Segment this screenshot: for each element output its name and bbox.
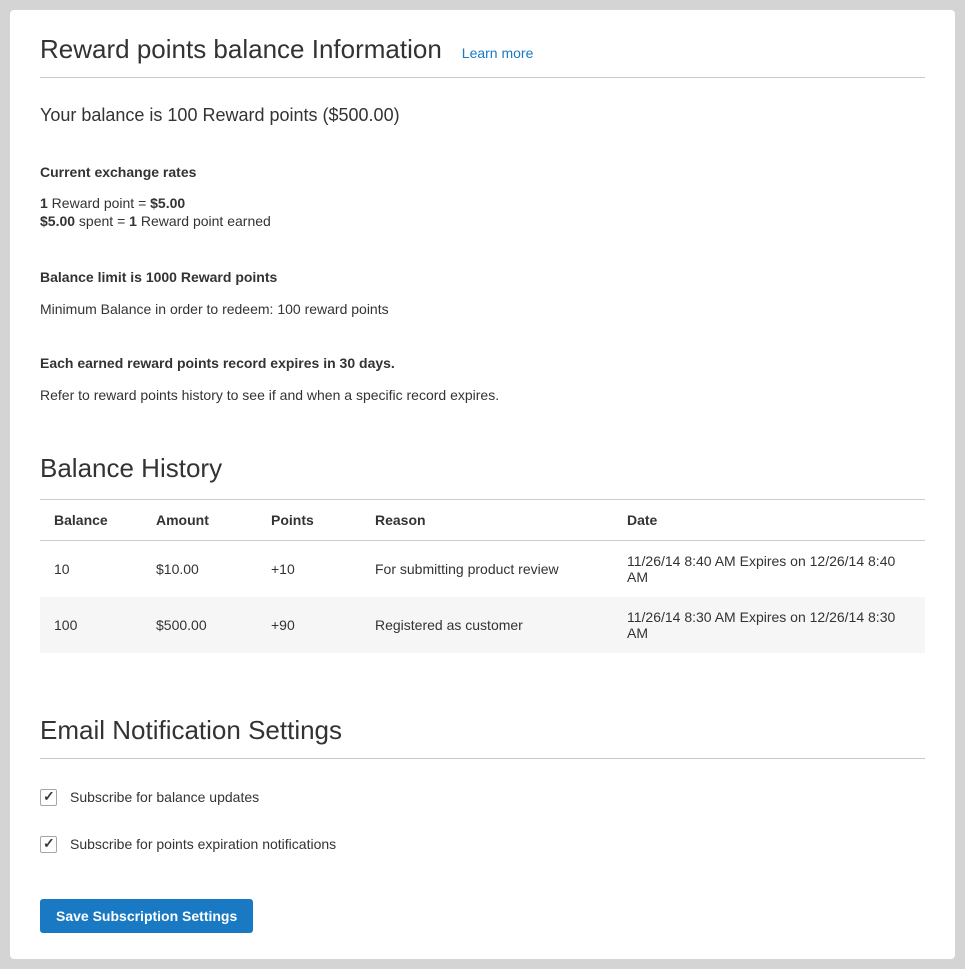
redeem-rate-line: 1 Reward point = $5.00	[40, 194, 925, 212]
email-settings-title: Email Notification Settings	[40, 715, 925, 746]
cell-reason: For submitting product review	[365, 540, 617, 597]
cell-date: 11/26/14 8:30 AM Expires on 12/26/14 8:3…	[617, 597, 925, 653]
earn-rate-line: $5.00 spent = 1 Reward point earned	[40, 212, 925, 230]
exchange-rates: 1 Reward point = $5.00 $5.00 spent = 1 R…	[40, 194, 925, 231]
subscribe-balance-row: Subscribe for balance updates	[40, 789, 925, 806]
cell-points: +90	[261, 597, 365, 653]
column-header-points: Points	[261, 499, 365, 540]
cell-reason: Registered as customer	[365, 597, 617, 653]
cell-balance: 100	[40, 597, 146, 653]
cell-date: 11/26/14 8:40 AM Expires on 12/26/14 8:4…	[617, 540, 925, 597]
subscribe-balance-checkbox[interactable]	[40, 789, 57, 806]
balance-summary: Your balance is 100 Reward points ($500.…	[40, 105, 925, 126]
save-subscription-button[interactable]: Save Subscription Settings	[40, 899, 253, 933]
subscribe-expiration-checkbox[interactable]	[40, 836, 57, 853]
expiration-note: Refer to reward points history to see if…	[40, 387, 925, 403]
cell-amount: $500.00	[146, 597, 261, 653]
table-row: 10 $10.00 +10 For submitting product rev…	[40, 540, 925, 597]
balance-history-table: Balance Amount Points Reason Date 10 $10…	[40, 499, 925, 653]
exchange-rates-heading: Current exchange rates	[40, 164, 925, 180]
page-header: Reward points balance Information Learn …	[40, 34, 925, 65]
column-header-reason: Reason	[365, 499, 617, 540]
page-title: Reward points balance Information	[40, 34, 442, 65]
column-header-date: Date	[617, 499, 925, 540]
subscribe-balance-label[interactable]: Subscribe for balance updates	[70, 789, 259, 805]
expiration-rule: Each earned reward points record expires…	[40, 355, 925, 371]
table-row: 100 $500.00 +90 Registered as customer 1…	[40, 597, 925, 653]
min-redeem-note: Minimum Balance in order to redeem: 100 …	[40, 301, 925, 317]
divider	[40, 758, 925, 759]
column-header-balance: Balance	[40, 499, 146, 540]
table-header-row: Balance Amount Points Reason Date	[40, 499, 925, 540]
balance-history-title: Balance History	[40, 453, 925, 484]
cell-balance: 10	[40, 540, 146, 597]
learn-more-link[interactable]: Learn more	[462, 45, 534, 61]
divider	[40, 77, 925, 78]
cell-points: +10	[261, 540, 365, 597]
subscribe-expiration-label[interactable]: Subscribe for points expiration notifica…	[70, 836, 336, 852]
subscribe-expiration-row: Subscribe for points expiration notifica…	[40, 836, 925, 853]
cell-amount: $10.00	[146, 540, 261, 597]
balance-limit: Balance limit is 1000 Reward points	[40, 269, 925, 285]
column-header-amount: Amount	[146, 499, 261, 540]
reward-points-panel: Reward points balance Information Learn …	[10, 10, 955, 959]
